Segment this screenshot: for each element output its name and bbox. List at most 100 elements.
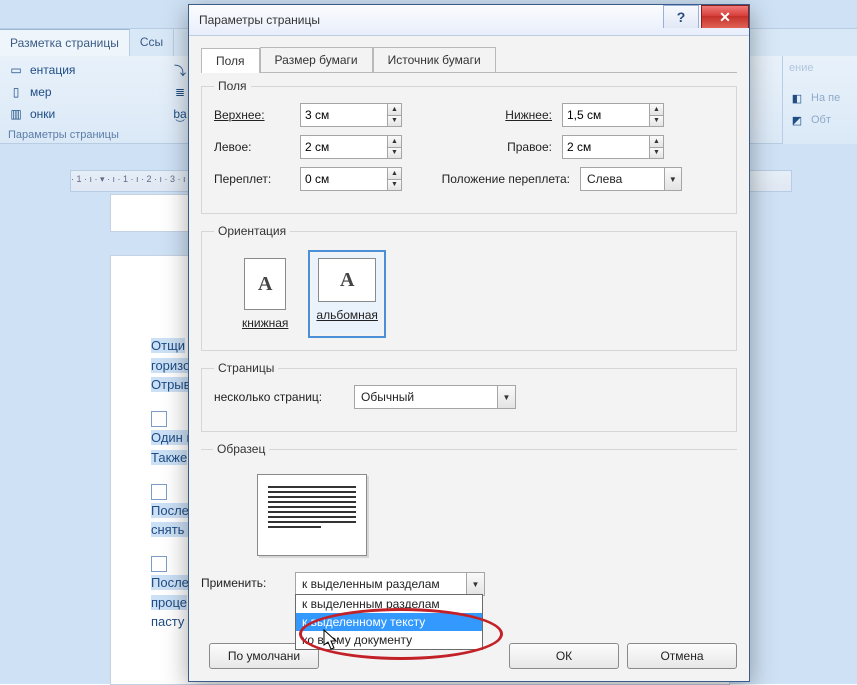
dropdown-caret-icon[interactable]: ▼ — [497, 386, 515, 408]
size-icon: ▯ — [8, 84, 24, 100]
spin-up-icon[interactable]: ▲ — [388, 136, 401, 148]
input-left[interactable] — [301, 136, 387, 158]
combo-value: к выделенным разделам — [296, 573, 466, 595]
input-gutter[interactable] — [301, 168, 387, 190]
sample-preview — [257, 474, 367, 556]
doc-line: После — [151, 575, 189, 590]
doc-line: горизо — [151, 358, 190, 373]
portrait-icon: A — [244, 258, 286, 310]
spinner-left[interactable]: ▲▼ — [300, 135, 402, 159]
spin-up-icon[interactable]: ▲ — [650, 104, 663, 116]
wrap-icon: ◩ — [789, 112, 805, 128]
ok-button[interactable]: ОК — [509, 643, 619, 669]
ribbon-item-label: На пе — [811, 92, 840, 104]
spin-down-icon[interactable]: ▼ — [388, 148, 401, 159]
apply-option[interactable]: к выделенному тексту — [296, 613, 482, 631]
ribbon-item-label: Oбт — [811, 114, 831, 126]
page-setup-dialog: Параметры страницы ? ✕ Поля Размер бумаг… — [188, 4, 750, 682]
columns-icon: ▥ — [8, 106, 24, 122]
tab-paper[interactable]: Размер бумаги — [260, 47, 373, 72]
ribbon-tab-references[interactable]: Ссы — [130, 29, 174, 57]
spin-down-icon[interactable]: ▼ — [388, 116, 401, 127]
dropdown-caret-icon[interactable]: ▼ — [466, 573, 484, 595]
dialog-body: Поля Размер бумаги Источник бумаги Поля … — [189, 35, 749, 681]
fieldset-orientation: Ориентация A книжная A альбомная — [201, 224, 737, 351]
spin-up-icon[interactable]: ▲ — [388, 104, 401, 116]
label-apply: Применить: — [201, 572, 287, 590]
landscape-icon: A — [318, 258, 376, 302]
right-cut: ение — [789, 62, 851, 74]
help-button[interactable]: ? — [663, 5, 699, 28]
linenumbers-icon: ≣ — [172, 84, 188, 100]
label-top: Верхнее: — [214, 108, 300, 122]
label-bottom: Нижнее: — [402, 108, 562, 122]
combo-value: Слева — [581, 168, 664, 190]
combo-value: Обычный — [355, 386, 497, 408]
ribbon-item-wrap-text[interactable]: ◩ Oбт — [789, 112, 851, 128]
spinner-top[interactable]: ▲▼ — [300, 103, 402, 127]
legend-margins: Поля — [214, 79, 251, 93]
ribbon-cut-label: онки — [30, 107, 55, 121]
paragraph-checkbox[interactable] — [151, 556, 167, 572]
spinner-right[interactable]: ▲▼ — [562, 135, 664, 159]
apply-option[interactable]: к выделенным разделам — [296, 595, 482, 613]
orientation-portrait[interactable]: A книжная — [238, 254, 292, 334]
label-right: Правое: — [402, 140, 562, 154]
tab-layout[interactable]: Источник бумаги — [373, 47, 496, 72]
label-left: Левое: — [214, 140, 300, 154]
hyphenation-icon: b͜a — [172, 106, 188, 122]
doc-line: проце — [151, 595, 187, 610]
dialog-tabs: Поля Размер бумаги Источник бумаги — [201, 47, 737, 73]
input-top[interactable] — [301, 104, 387, 126]
combo-apply-to[interactable]: к выделенным разделам ▼ — [295, 572, 485, 596]
spin-down-icon[interactable]: ▼ — [650, 148, 663, 159]
apply-to-row: Применить: к выделенным разделам ▼ к выд… — [201, 572, 737, 596]
doc-line: Отщи — [151, 338, 185, 353]
fieldset-margins: Поля Верхнее: ▲▼ Нижнее: ▲▼ Левое: ▲▼ — [201, 79, 737, 214]
orientation-landscape[interactable]: A альбомная — [312, 254, 382, 334]
ribbon-cut-label: мер — [30, 85, 52, 99]
ribbon-cut-label: ентация — [30, 63, 75, 77]
apply-option[interactable]: ко всему документу — [296, 631, 482, 649]
paragraph-checkbox[interactable] — [151, 484, 167, 500]
label-pages: несколько страниц: — [214, 390, 354, 404]
input-right[interactable] — [563, 136, 649, 158]
fieldset-sample: Образец — [201, 442, 737, 562]
label-gutter-pos: Положение переплета: — [402, 172, 580, 186]
close-button[interactable]: ✕ — [701, 5, 749, 28]
combo-pages[interactable]: Обычный ▼ — [354, 385, 516, 409]
combo-gutter-pos[interactable]: Слева ▼ — [580, 167, 682, 191]
doc-line: После — [151, 503, 189, 518]
input-bottom[interactable] — [563, 104, 649, 126]
dropdown-caret-icon[interactable]: ▼ — [664, 168, 681, 190]
orientation-label: альбомная — [316, 308, 378, 322]
spin-down-icon[interactable]: ▼ — [388, 180, 401, 191]
spinner-bottom[interactable]: ▲▼ — [562, 103, 664, 127]
ribbon-item-bring-front[interactable]: ◧ На пе — [789, 90, 851, 106]
ribbon-group-label: Параметры страницы — [8, 129, 119, 141]
dialog-titlebar[interactable]: Параметры страницы ? ✕ — [189, 5, 749, 36]
bring-front-icon: ◧ — [789, 90, 805, 106]
legend-pages: Страницы — [214, 361, 278, 375]
spin-up-icon[interactable]: ▲ — [388, 168, 401, 180]
legend-orientation: Ориентация — [214, 224, 290, 238]
cancel-button[interactable]: Отмена — [627, 643, 737, 669]
spin-down-icon[interactable]: ▼ — [650, 116, 663, 127]
spinner-gutter[interactable]: ▲▼ — [300, 167, 402, 191]
breaks-icon: ⤵ — [172, 62, 188, 78]
close-icon: ✕ — [719, 9, 731, 26]
paragraph-checkbox[interactable] — [151, 411, 167, 427]
spin-up-icon[interactable]: ▲ — [650, 136, 663, 148]
ribbon-right-panel: ение ◧ На пе ◩ Oбт — [782, 56, 857, 144]
apply-to-dropdown-list: к выделенным разделам к выделенному текс… — [295, 594, 483, 650]
tab-margins[interactable]: Поля — [201, 48, 260, 73]
dialog-title: Параметры страницы — [199, 13, 320, 27]
orientation-icon: ▭ — [8, 62, 24, 78]
help-icon: ? — [677, 9, 686, 25]
doc-line: Отрыв — [151, 377, 191, 392]
label-gutter: Переплет: — [214, 172, 300, 186]
doc-line: Также — [151, 450, 187, 465]
legend-sample: Образец — [213, 442, 269, 456]
ribbon-tab-page-layout[interactable]: Разметка страницы — [0, 29, 130, 57]
orientation-label: книжная — [242, 316, 288, 330]
